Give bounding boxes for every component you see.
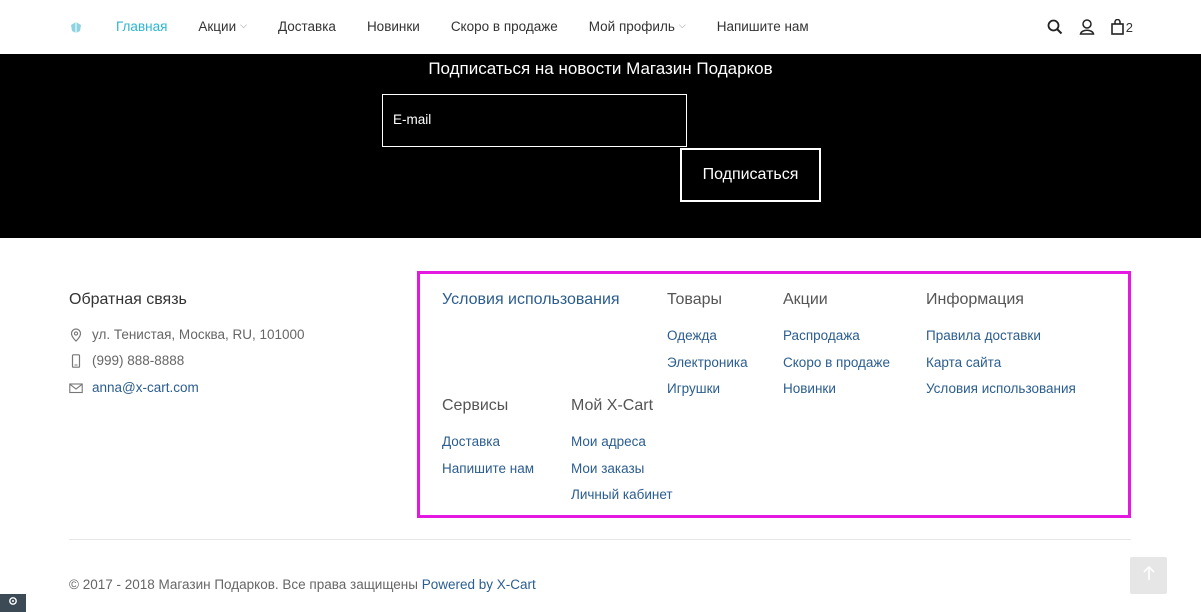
list-item: Распродажа xyxy=(783,323,890,350)
list-item: Новинки xyxy=(783,376,890,403)
link-my-orders[interactable]: Мои заказы xyxy=(571,461,644,476)
footer-col-info: Информация Правила доставки Карта сайта … xyxy=(926,291,1076,403)
phone-icon xyxy=(69,353,83,368)
nav-item-coming-soon[interactable]: Скоро в продаже xyxy=(451,19,558,34)
nav-item-label: Акции xyxy=(198,19,237,34)
settings-button[interactable] xyxy=(0,594,26,612)
list-item: Игрушки xyxy=(667,376,748,403)
nav-item-label: Мой профиль xyxy=(588,19,675,34)
link-coming-soon[interactable]: Скоро в продаже xyxy=(783,355,890,370)
footer-divider xyxy=(69,539,1131,540)
footer-col-my-xcart: Мой X-Cart Мои адреса Мои заказы Личный … xyxy=(571,397,673,509)
link-my-addresses[interactable]: Мои адреса xyxy=(571,434,646,449)
site-header: Главная Акции ⌵ Доставка Новинки Скоро в … xyxy=(0,0,1201,54)
link-toys[interactable]: Игрушки xyxy=(667,381,720,396)
contact-phone: (999) 888-8888 xyxy=(69,353,184,368)
col-title: Акции xyxy=(783,291,828,308)
list-item: Мои адреса xyxy=(571,429,673,456)
email-field[interactable]: E-mail xyxy=(382,94,687,147)
col-title: Сервисы xyxy=(442,397,509,414)
chevron-down-icon: ⌵ xyxy=(678,20,686,30)
list-item: Условия использования xyxy=(926,376,1076,403)
copyright-text: © 2017 - 2018 Магазин Подарков. Все прав… xyxy=(69,577,418,592)
list-item: Скоро в продаже xyxy=(783,350,890,377)
footer-col-terms: Условия использования xyxy=(442,291,620,323)
list-item: Доставка xyxy=(442,429,534,456)
contact-address: ул. Тенистая, Москва, RU, 101000 xyxy=(69,327,305,342)
list-item: Личный кабинет xyxy=(571,482,673,509)
chevron-down-icon: ⌵ xyxy=(240,20,247,30)
link-sitemap[interactable]: Карта сайта xyxy=(926,355,1001,370)
link-new-arrivals[interactable]: Новинки xyxy=(783,381,836,396)
col-title: Мой X-Cart xyxy=(571,397,654,414)
phone-text: (999) 888-8888 xyxy=(92,353,185,368)
gear-icon xyxy=(7,594,19,612)
footer-col-promos: Акции Распродажа Скоро в продаже Новинки xyxy=(783,291,890,403)
subscribe-button[interactable]: Подписаться xyxy=(680,148,821,202)
col-title: Товары xyxy=(667,291,723,308)
list-item: Электроника xyxy=(667,350,748,377)
email-link[interactable]: anna@x-cart.com xyxy=(92,380,199,395)
powered-by-link[interactable]: Powered by X-Cart xyxy=(422,577,536,592)
link-electronics[interactable]: Электроника xyxy=(667,355,748,370)
main-nav: Главная Акции ⌵ Доставка Новинки Скоро в … xyxy=(116,19,840,34)
link-contact-us[interactable]: Напишите нам xyxy=(442,461,534,476)
nav-item-my-profile[interactable]: Мой профиль ⌵ xyxy=(589,19,686,34)
contacts-title: Обратная связь xyxy=(69,291,187,308)
link-terms-of-use[interactable]: Условия использования xyxy=(926,381,1076,396)
link-delivery[interactable]: Доставка xyxy=(442,434,500,449)
link-shipping-rules[interactable]: Правила доставки xyxy=(926,328,1041,343)
footer-col-services: Сервисы Доставка Напишите нам xyxy=(442,397,534,482)
link-sale[interactable]: Распродажа xyxy=(783,328,860,343)
logo-icon[interactable] xyxy=(69,20,83,34)
list-item: Одежда xyxy=(667,323,748,350)
scroll-to-top-button[interactable] xyxy=(1130,557,1167,594)
nav-item-new[interactable]: Новинки xyxy=(367,19,420,34)
user-icon[interactable] xyxy=(1079,18,1095,36)
link-clothes[interactable]: Одежда xyxy=(667,328,717,343)
list-item: Напишите нам xyxy=(442,456,534,483)
copyright: © 2017 - 2018 Магазин Подарков. Все прав… xyxy=(69,577,536,592)
link-account[interactable]: Личный кабинет xyxy=(571,487,673,502)
nav-item-home[interactable]: Главная xyxy=(116,19,167,34)
address-text: ул. Тенистая, Москва, RU, 101000 xyxy=(92,327,305,342)
cart-icon[interactable]: 2 xyxy=(1110,18,1133,36)
list-item: Карта сайта xyxy=(926,350,1076,377)
footer-col-goods: Товары Одежда Электроника Игрушки xyxy=(667,291,748,403)
newsletter-title: Подписаться на новости Магазин Подарков xyxy=(428,59,773,78)
contact-email: anna@x-cart.com xyxy=(69,380,199,395)
nav-item-contact-us[interactable]: Напишите нам xyxy=(717,19,809,34)
list-item: Мои заказы xyxy=(571,456,673,483)
nav-item-promos[interactable]: Акции ⌵ xyxy=(198,19,247,34)
location-pin-icon xyxy=(69,327,83,342)
nav-item-delivery[interactable]: Доставка xyxy=(278,19,336,34)
envelope-icon xyxy=(69,381,83,395)
arrow-up-icon xyxy=(1142,565,1156,586)
cart-count-badge: 2 xyxy=(1125,19,1133,35)
search-icon[interactable] xyxy=(1047,18,1063,36)
header-icons: 2 xyxy=(1031,18,1133,36)
col-title: Информация xyxy=(926,291,1024,308)
list-item: Правила доставки xyxy=(926,323,1076,350)
terms-link[interactable]: Условия использования xyxy=(442,291,620,309)
newsletter-section: Подписаться на новости Магазин Подарков … xyxy=(0,54,1201,238)
